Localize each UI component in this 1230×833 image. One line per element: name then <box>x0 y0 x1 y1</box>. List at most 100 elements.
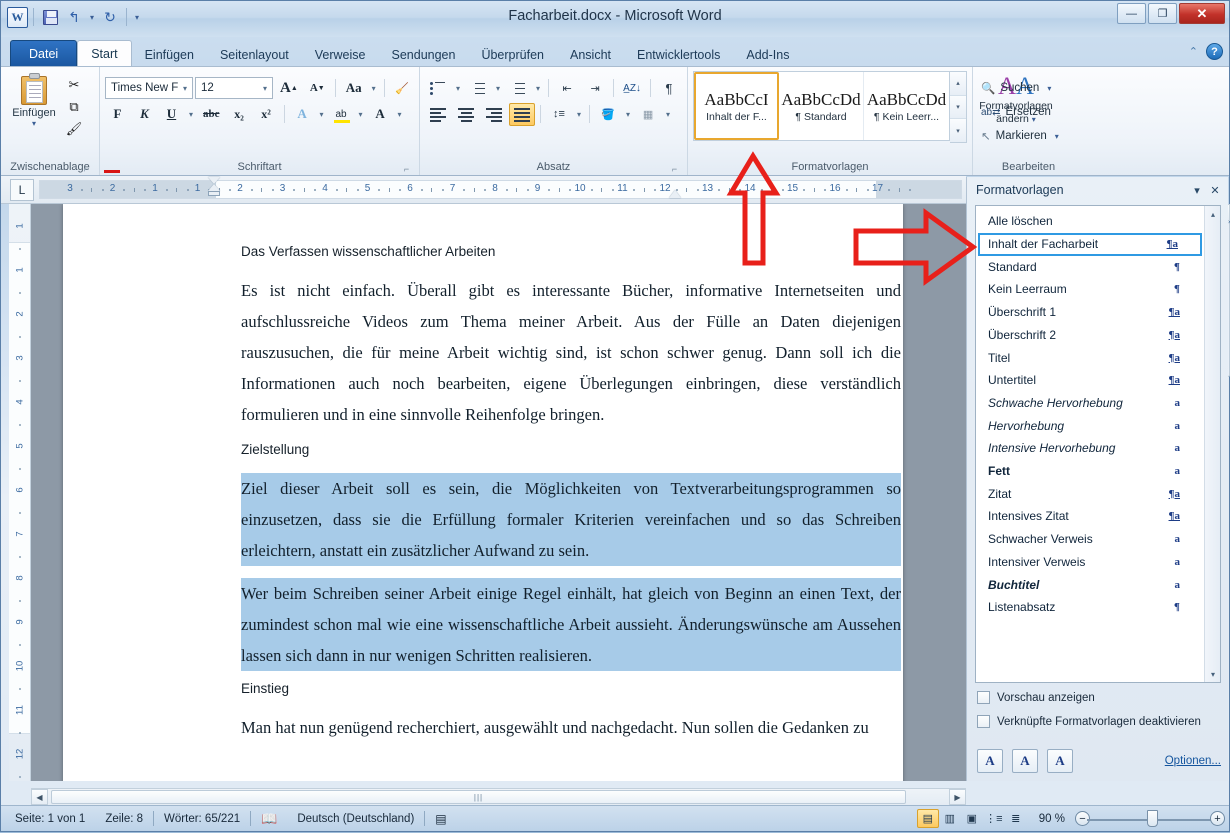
subscript-button[interactable]: x₂ <box>227 103 252 126</box>
style-item[interactable]: Intensiver Verweis a <box>978 551 1202 574</box>
style-item[interactable]: Intensives Zitat ¶a <box>978 505 1202 528</box>
status-page[interactable]: Seite: 1 von 1 <box>5 809 95 829</box>
view-full-screen-reading-button[interactable]: ▥ <box>939 809 961 828</box>
tab-entwicklertools[interactable]: Entwicklertools <box>624 42 733 67</box>
scroll-left-icon[interactable]: ◀ <box>31 789 48 805</box>
doc-paragraph-2-selected[interactable]: Ziel dieser Arbeit soll es sein, die Mög… <box>241 473 901 566</box>
borders-button[interactable]: ▦ <box>635 103 661 126</box>
tab-einfuegen[interactable]: Einfügen <box>132 42 207 67</box>
styles-scroll-up-icon[interactable]: ▴ <box>1205 206 1220 222</box>
chevron-down-icon[interactable]: ▾ <box>493 84 503 93</box>
doc-heading-3[interactable]: Einstieg <box>241 681 901 696</box>
style-item[interactable]: Überschrift 2 ¶a <box>978 324 1202 347</box>
new-style-button[interactable]: A <box>977 749 1003 773</box>
minimize-button[interactable]: — <box>1117 3 1146 24</box>
styles-pane-list[interactable]: ▴ ▾ Alle löschen Inhalt der Facharbeit ¶a S… <box>975 205 1221 683</box>
style-gallery-item-kein-leerraum[interactable]: AaBbCcDd ¶ Kein Leerr... <box>864 72 949 140</box>
select-button[interactable]: ↖ Markieren ▾ <box>978 124 1065 148</box>
styles-gallery-scrollbar[interactable]: ▴ ▾ ▾ <box>950 71 967 143</box>
grow-font-button[interactable]: A ▲ <box>275 77 303 100</box>
clear-formatting-button[interactable]: 🧹 <box>390 77 415 100</box>
chevron-down-icon[interactable]: ▾ <box>453 84 463 93</box>
style-item[interactable]: Untertitel ¶a <box>978 369 1202 392</box>
tab-stop-selector[interactable]: L <box>10 178 34 201</box>
scroll-right-icon[interactable]: ▶ <box>949 789 966 805</box>
collapse-ribbon-icon[interactable]: ⌃ <box>1189 45 1198 58</box>
style-item[interactable]: Titel ¶a <box>978 346 1202 369</box>
font-size-combo[interactable]: 12 ▾ <box>195 77 273 99</box>
doc-paragraph-4[interactable]: Man hat nun genügend recherchiert, ausge… <box>241 712 901 743</box>
document-canvas[interactable]: Das Verfassen wissenschaftlicher Arbeite… <box>31 204 966 781</box>
gallery-scroll-up-icon[interactable]: ▴ <box>950 72 966 96</box>
cut-button[interactable]: ✂ <box>62 74 86 95</box>
align-center-button[interactable] <box>453 103 479 126</box>
chevron-down-icon[interactable]: ▾ <box>663 110 673 119</box>
preview-checkbox-row[interactable]: Vorschau anzeigen <box>977 691 1230 704</box>
align-left-button[interactable] <box>425 103 451 126</box>
underline-button[interactable]: U <box>159 103 184 126</box>
doc-paragraph-1[interactable]: Es ist nicht einfach. Überall gibt es in… <box>241 275 901 430</box>
style-inspector-button[interactable]: A <box>1012 749 1038 773</box>
multilevel-list-button[interactable] <box>505 77 531 100</box>
doc-paragraph-3-selected[interactable]: Wer beim Schreiben seiner Arbeit einige … <box>241 578 901 671</box>
style-item[interactable]: Listenabsatz ¶ <box>978 596 1202 619</box>
style-item[interactable]: Standard ¶ <box>978 255 1202 278</box>
find-button[interactable]: 🔍 Suchen ▾ <box>978 76 1057 100</box>
status-line[interactable]: Zeile: 8 <box>95 809 153 829</box>
zoom-slider[interactable]: − + <box>1075 810 1225 827</box>
italic-button[interactable]: K <box>132 103 157 126</box>
chevron-down-icon[interactable]: ▾ <box>356 110 366 119</box>
tab-add-ins[interactable]: Add-Ins <box>733 42 802 67</box>
style-gallery-item-inhalt-der-facharbeit[interactable]: AaBbCcI Inhalt der F... <box>694 72 779 140</box>
preview-checkbox[interactable] <box>977 691 990 704</box>
doc-heading-1[interactable]: Das Verfassen wissenschaftlicher Arbeite… <box>241 244 901 259</box>
tab-start[interactable]: Start <box>77 40 132 67</box>
chevron-down-icon[interactable]: ▾ <box>395 110 405 119</box>
paste-dropdown-icon[interactable]: ▾ <box>29 119 39 128</box>
style-gallery-item-standard[interactable]: AaBbCcDd ¶ Standard <box>779 72 864 140</box>
right-indent-marker[interactable] <box>669 190 681 198</box>
highlight-button[interactable]: ab <box>329 103 354 126</box>
chevron-down-icon[interactable]: ▾ <box>1052 132 1062 141</box>
tab-ansicht[interactable]: Ansicht <box>557 42 624 67</box>
tab-datei[interactable]: Datei <box>10 40 78 67</box>
chevron-down-icon[interactable]: ▾ <box>186 110 196 119</box>
horizontal-ruler[interactable]: L 3 2 1 1 2 3 4 5 6 7 8 9 10 11 12 13 14 15 16 17 <box>1 176 966 204</box>
shading-button[interactable]: 🪣 <box>595 103 621 126</box>
zoom-thumb[interactable] <box>1147 810 1158 827</box>
zoom-value[interactable]: 90 % <box>1027 809 1075 829</box>
help-icon[interactable]: ? <box>1206 43 1223 60</box>
styles-pane-minimize-icon[interactable]: ▾ <box>1188 181 1206 199</box>
zoom-in-button[interactable]: + <box>1210 811 1225 826</box>
change-case-button[interactable]: Aa <box>341 77 367 100</box>
paste-button[interactable]: Einfügen ▾ <box>6 71 62 128</box>
disable-linked-checkbox[interactable] <box>977 715 990 728</box>
vertical-ruler[interactable]: 1 1 2 3 4 5 6 7 8 9 10 11 12 <box>9 204 31 781</box>
style-item[interactable]: Buchtitel a <box>978 573 1202 596</box>
status-words[interactable]: Wörter: 65/221 <box>154 809 250 829</box>
style-item[interactable]: Überschrift 1 ¶a <box>978 301 1202 324</box>
bullets-button[interactable] <box>425 77 451 100</box>
manage-styles-button[interactable]: A <box>1047 749 1073 773</box>
tab-sendungen[interactable]: Sendungen <box>379 42 469 67</box>
disable-linked-checkbox-row[interactable]: Verknüpfte Formatvorlagen deaktivieren <box>977 715 1230 728</box>
align-justify-button[interactable] <box>509 102 535 126</box>
left-indent-marker[interactable] <box>208 177 220 203</box>
style-item[interactable]: Zitat ¶a <box>978 482 1202 505</box>
tab-seitenlayout[interactable]: Seitenlayout <box>207 42 302 67</box>
view-outline-button[interactable]: ⋮≡ <box>983 809 1005 828</box>
strikethrough-button[interactable]: abc <box>198 103 225 126</box>
text-effects-button[interactable]: A <box>290 103 315 126</box>
styles-scroll-down-icon[interactable]: ▾ <box>1205 666 1220 682</box>
doc-heading-2[interactable]: Zielstellung <box>241 442 901 457</box>
format-painter-button[interactable]: 🖌 <box>62 118 86 139</box>
tab-verweise[interactable]: Verweise <box>302 42 379 67</box>
gallery-scroll-down-icon[interactable]: ▾ <box>950 95 966 120</box>
style-item[interactable]: Intensive Hervorhebung a <box>978 437 1202 460</box>
paragraph-dialog-launcher[interactable]: ⌐ <box>669 163 680 174</box>
styles-pane-close-icon[interactable]: ✕ <box>1206 181 1224 199</box>
document-page[interactable]: Das Verfassen wissenschaftlicher Arbeite… <box>63 204 903 781</box>
line-spacing-button[interactable]: ↕≡ <box>546 103 572 126</box>
chevron-down-icon[interactable]: ▾ <box>623 110 633 119</box>
chevron-down-icon[interactable]: ▾ <box>1044 84 1054 93</box>
